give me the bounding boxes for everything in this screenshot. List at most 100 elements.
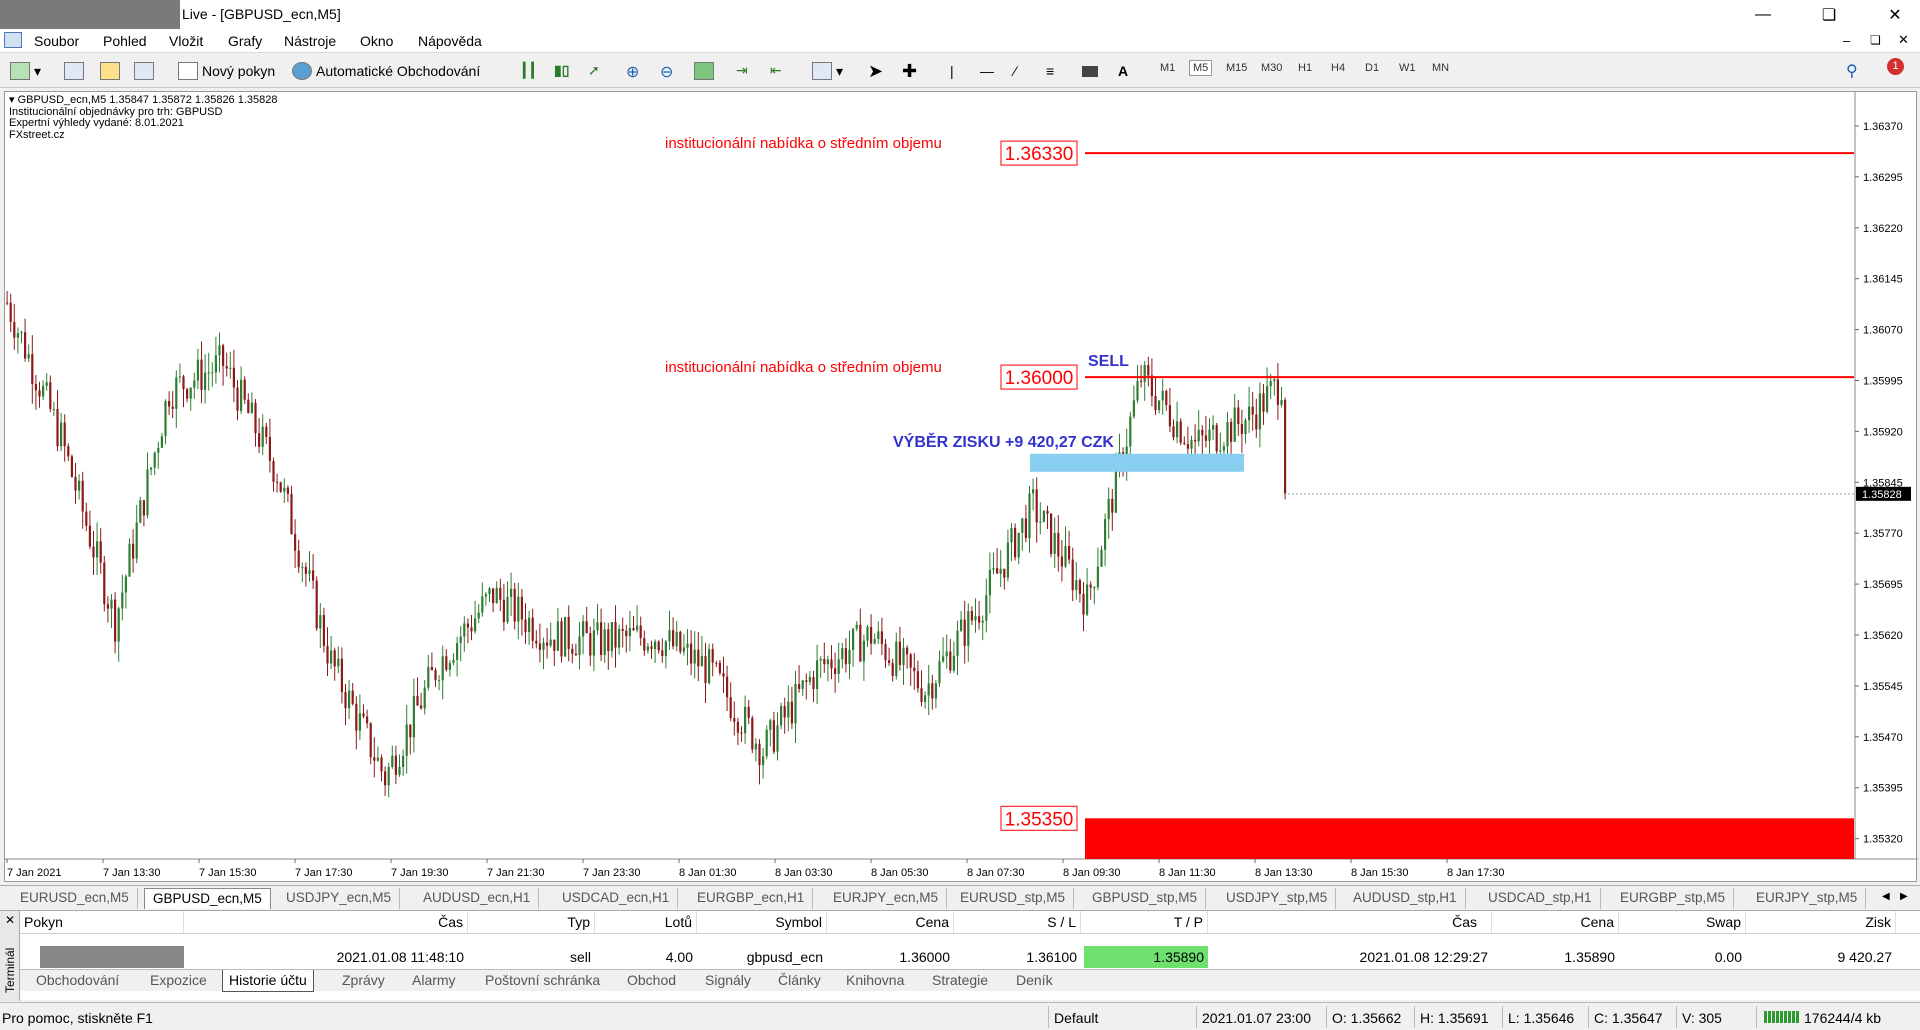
chart-tab[interactable]: GBPUSD_ecn,M5 <box>144 888 271 909</box>
menu-vlozit[interactable]: Vložit <box>169 33 203 49</box>
new-chart-button[interactable]: ▾ <box>10 60 41 82</box>
table-row[interactable]: 2021.01.08 11:48:10 sell 4.00 gbpusd_ecn… <box>0 911 1920 971</box>
terminal-tab[interactable]: Historie účtu <box>222 970 314 992</box>
indicators-button[interactable]: ▾ <box>812 60 843 82</box>
market-watch-button[interactable] <box>64 60 88 82</box>
chart-tab[interactable]: GBPUSD_stp,M5 <box>1084 888 1207 909</box>
terminal-tab[interactable]: Obchod <box>627 972 676 988</box>
y-tick-label: 1.35320 <box>1863 834 1903 846</box>
candle-body <box>913 667 916 672</box>
candle-body <box>927 683 930 696</box>
chart-tab[interactable]: USDJPY_stp,M5 <box>1218 888 1337 909</box>
autoscroll-button[interactable]: ⇥ <box>736 60 760 82</box>
navigator-button[interactable] <box>100 60 124 82</box>
candle-body <box>628 627 631 637</box>
menu-pohled[interactable]: Pohled <box>103 33 147 49</box>
levels-group: 1.36330 1.36000 1.35350 institucionální nab… <box>665 135 1854 859</box>
candles-button[interactable]: ▮▯ <box>554 60 578 82</box>
terminal-tab[interactable]: Zprávy <box>342 972 385 988</box>
vertical-line-icon: | <box>950 63 954 79</box>
chart-tab[interactable]: USDCAD_ecn,H1 <box>554 888 679 909</box>
timeframe-w1[interactable]: W1 <box>1399 62 1416 74</box>
status-separator <box>1414 1006 1415 1028</box>
terminal-tab[interactable]: Alarmy <box>412 972 456 988</box>
auto-trading-button[interactable]: Automatické Obchodování <box>292 60 480 82</box>
vertical-line-button[interactable]: | <box>950 60 954 82</box>
cell-close-price: 1.35890 <box>1564 949 1615 965</box>
timeframe-m30[interactable]: M30 <box>1261 62 1282 74</box>
trendline-button[interactable]: ∕ <box>1014 60 1016 82</box>
chart-tab[interactable]: EURJPY_ecn,M5 <box>825 888 948 909</box>
chart-tab[interactable]: USDJPY_ecn,M5 <box>278 888 401 909</box>
tab-scroll-left-icon[interactable]: ◀ <box>1882 891 1890 902</box>
menu-okno[interactable]: Okno <box>360 33 393 49</box>
timeframe-m5[interactable]: M5 <box>1189 60 1213 76</box>
x-tick-label: 8 Jan 09:30 <box>1063 867 1121 879</box>
candle-body <box>960 619 963 631</box>
chart-tab[interactable]: AUDUSD_stp,H1 <box>1345 888 1466 909</box>
price-chart[interactable]: 1.36330 1.36000 1.35350 institucionální nab… <box>5 92 1918 883</box>
bar-chart-button[interactable]: ┃┃ <box>520 60 544 82</box>
chart-window[interactable]: 1.36330 1.36000 1.35350 institucionální nab… <box>4 91 1918 883</box>
minimize-icon[interactable]: — <box>1740 0 1786 29</box>
candle-body <box>718 662 721 674</box>
timeframe-m1[interactable]: M1 <box>1160 62 1175 74</box>
crosshair-button[interactable]: ✚ <box>902 60 917 82</box>
terminal-tab[interactable]: Strategie <box>932 972 988 988</box>
menu-grafy[interactable]: Grafy <box>228 33 262 49</box>
channel-button[interactable]: ≡ <box>1046 60 1054 82</box>
horizontal-line-button[interactable]: — <box>980 60 994 82</box>
timeframe-h1[interactable]: H1 <box>1298 62 1312 74</box>
minimize-child-icon[interactable]: – <box>1843 33 1850 48</box>
x-tick-label: 7 Jan 15:30 <box>199 867 257 879</box>
chart-tab[interactable]: USDCAD_stp,H1 <box>1480 888 1601 909</box>
terminal-tab[interactable]: Deník <box>1016 972 1053 988</box>
candle-body <box>722 673 725 677</box>
candle-body <box>841 648 844 660</box>
menu-nastroje[interactable]: Nástroje <box>284 33 336 49</box>
shapes-button[interactable] <box>1082 60 1098 82</box>
zoom-out-button[interactable]: ⊖ <box>660 60 684 82</box>
cursor-button[interactable]: ➤ <box>868 60 883 82</box>
terminal-tab[interactable]: Signály <box>705 972 751 988</box>
close-child-icon[interactable]: ✕ <box>1898 32 1909 48</box>
timeframe-h4[interactable]: H4 <box>1331 62 1345 74</box>
chart-tab[interactable]: AUDUSD_ecn,H1 <box>415 888 540 909</box>
candle-body <box>394 755 397 775</box>
terminal-button[interactable] <box>134 60 158 82</box>
tile-windows-button[interactable] <box>694 60 718 82</box>
chart-tab[interactable]: EURGBP_stp,M5 <box>1612 888 1735 909</box>
line-chart-button[interactable]: ➚ <box>588 60 612 82</box>
text-tool-button[interactable]: A <box>1118 60 1128 82</box>
terminal-tab[interactable]: Expozice <box>150 972 207 988</box>
candle-body <box>1273 379 1276 382</box>
zoom-in-button[interactable]: ⊕ <box>626 60 650 82</box>
terminal-tab[interactable]: Články <box>778 972 821 988</box>
terminal-tab[interactable]: Obchodování <box>36 972 119 988</box>
search-button[interactable]: ⚲ <box>1846 60 1858 82</box>
chart-tab[interactable]: EURJPY_stp,M5 <box>1748 888 1867 909</box>
candle-body <box>553 639 556 651</box>
candle-body <box>42 385 45 397</box>
chart-tab[interactable]: EURUSD_ecn,M5 <box>12 888 138 909</box>
candle-body <box>56 408 59 447</box>
chart-shift-button[interactable]: ⇤ <box>770 60 794 82</box>
document-icon[interactable] <box>4 32 22 48</box>
candle-body <box>661 650 664 657</box>
timeframe-d1[interactable]: D1 <box>1365 62 1379 74</box>
menu-soubor[interactable]: Soubor <box>34 33 79 49</box>
new-order-button[interactable]: Nový pokyn <box>178 60 275 82</box>
timeframe-mn[interactable]: MN <box>1432 62 1449 74</box>
timeframe-m15[interactable]: M15 <box>1226 62 1247 74</box>
menu-napoveda[interactable]: Nápověda <box>418 33 482 49</box>
notification-badge: 1 <box>1887 58 1904 75</box>
restore-icon[interactable]: ❏ <box>1806 0 1852 29</box>
terminal-tab[interactable]: Knihovna <box>846 972 904 988</box>
chart-tab[interactable]: EURGBP_ecn,H1 <box>689 888 814 909</box>
chart-tab[interactable]: EURUSD_stp,M5 <box>952 888 1075 909</box>
notifications-button[interactable]: 1 <box>1880 58 1904 82</box>
restore-child-icon[interactable]: ❏ <box>1870 33 1881 47</box>
terminal-tab[interactable]: Poštovní schránka <box>485 972 600 988</box>
close-icon[interactable]: ✕ <box>1872 0 1918 29</box>
tab-scroll-right-icon[interactable]: ▶ <box>1900 891 1908 902</box>
